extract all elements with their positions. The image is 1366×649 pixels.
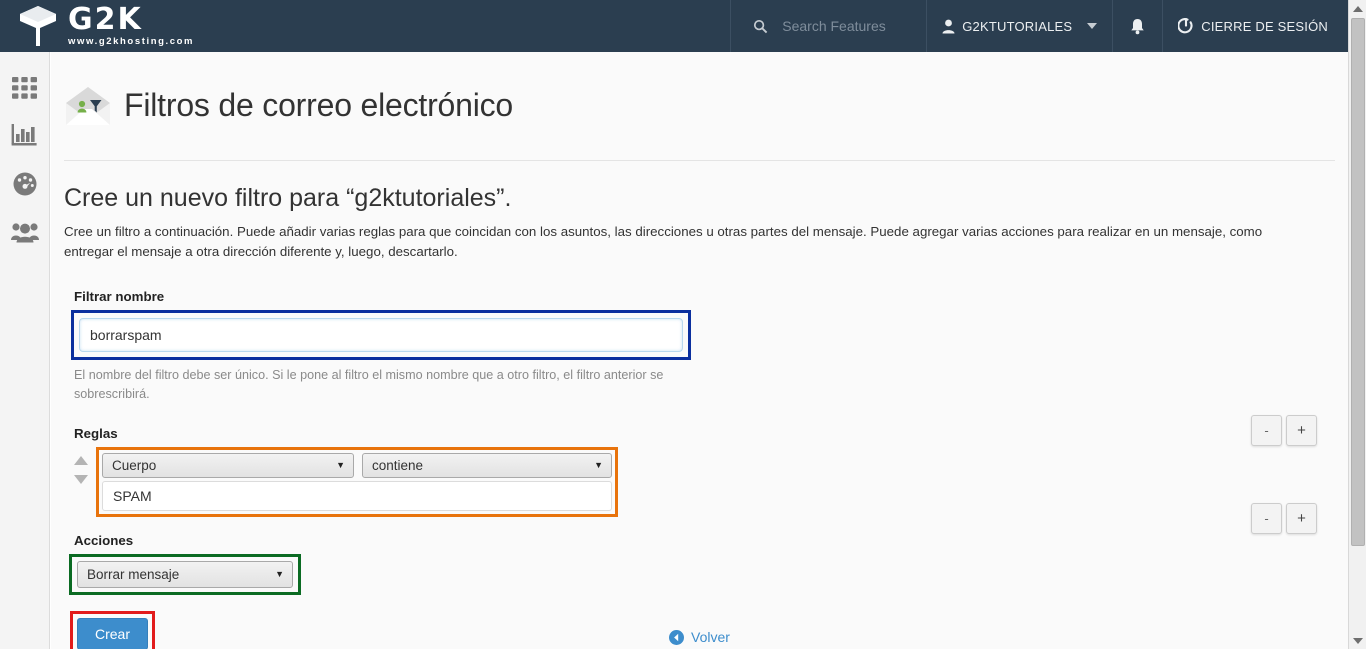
bell-icon (1131, 18, 1144, 34)
filter-form: Filtrar nombre El nombre del filtro debe… (64, 289, 1335, 649)
cube-logo-icon (20, 6, 56, 46)
chevron-down-icon: ▼ (336, 459, 345, 470)
rule-condition-value: contiene (372, 457, 424, 473)
rule-field-value: Cuerpo (112, 457, 157, 473)
page-title: Filtros de correo electrónico (124, 87, 514, 124)
left-sidebar (0, 52, 50, 649)
actions-section: Acciones Borrar mensaje ▼ (69, 532, 1335, 595)
chevron-down-icon: ▼ (594, 459, 603, 470)
sidebar-item-users[interactable] (0, 208, 49, 256)
users-icon (10, 223, 39, 243)
logout-button[interactable]: CIERRE DE SESIÓN (1162, 0, 1348, 52)
chevron-down-icon: ▼ (275, 568, 284, 579)
rule-field-select[interactable]: Cuerpo ▼ (102, 452, 354, 478)
chevron-down-icon (1352, 637, 1363, 644)
sidebar-item-statistics[interactable] (0, 112, 49, 160)
scroll-down-button[interactable] (1349, 632, 1366, 649)
section-title: Cree un nuevo filtro para “g2ktutoriales… (64, 183, 512, 212)
remove-action-button[interactable]: - (1251, 503, 1282, 534)
back-link[interactable]: Volver (51, 629, 1348, 645)
user-menu[interactable]: G2KTUTORIALES (926, 0, 1112, 52)
header-actions: Search Features G2KTUTORIALES CIERRE DE … (730, 0, 1348, 52)
actions-label: Acciones (74, 532, 134, 548)
mail-filter-icon (66, 86, 110, 125)
rule-reorder-controls (74, 447, 94, 484)
logout-icon (1178, 18, 1193, 34)
filter-name-input[interactable] (79, 318, 683, 353)
move-rule-down-icon[interactable] (74, 474, 88, 484)
header-divider (64, 159, 1335, 161)
page-description: Cree un filtro a continuación. Puede aña… (64, 223, 1263, 260)
sidebar-item-apps-grid[interactable] (0, 64, 49, 112)
brand-url: www.g2khosting.com (68, 36, 195, 48)
action-value: Borrar mensaje (87, 566, 180, 582)
top-header-bar: G2K www.g2khosting.com Search Features G… (0, 0, 1348, 52)
search-icon (754, 19, 768, 33)
brand-logo[interactable]: G2K www.g2khosting.com (0, 0, 194, 52)
logout-label: CIERRE DE SESIÓN (1201, 18, 1328, 34)
scroll-up-button[interactable] (1349, 0, 1366, 17)
arrow-left-circle-icon (669, 629, 685, 645)
user-name-label: G2KTUTORIALES (962, 18, 1073, 34)
rules-section: Reglas Cuerpo ▼ contiene ▼ SPAM (74, 426, 1335, 517)
actions-add-remove-controls: - + (1251, 503, 1317, 534)
gauge-icon (13, 172, 36, 196)
filter-name-label: Filtrar nombre (74, 289, 165, 305)
back-link-label: Volver (691, 629, 730, 645)
annotation-box-filter-name (71, 310, 691, 361)
notifications-button[interactable] (1112, 0, 1162, 52)
search-input[interactable]: Search Features (782, 18, 886, 34)
scrollbar-thumb[interactable] (1351, 18, 1365, 546)
move-rule-up-icon[interactable] (74, 455, 88, 465)
filter-name-help: El nombre del filtro debe ser único. Si … (74, 368, 664, 401)
add-action-button[interactable]: + (1286, 503, 1317, 534)
search-features-box[interactable]: Search Features (730, 0, 926, 52)
browser-scrollbar[interactable] (1348, 0, 1366, 649)
brand-name: G2K (68, 2, 143, 38)
sidebar-item-dashboard[interactable] (0, 160, 49, 208)
action-select[interactable]: Borrar mensaje ▼ (77, 560, 293, 588)
chevron-up-icon (1352, 5, 1363, 12)
page-body: Cree un nuevo filtro para “g2ktutoriales… (51, 184, 1348, 649)
remove-rule-button[interactable]: - (1251, 415, 1282, 446)
grid-icon (11, 77, 37, 99)
page-header: Filtros de correo electrónico (51, 52, 1348, 146)
main-content: Filtros de correo electrónico Cree un nu… (51, 52, 1348, 649)
annotation-box-rules: Cuerpo ▼ contiene ▼ (96, 446, 618, 517)
rule-condition-select[interactable]: contiene ▼ (362, 452, 612, 478)
user-icon (942, 19, 955, 33)
chevron-down-icon (1087, 23, 1098, 29)
bar-chart-icon (11, 124, 37, 146)
add-rule-button[interactable]: + (1286, 415, 1317, 446)
rules-label: Reglas (74, 425, 118, 441)
rules-add-remove-controls: - + (1251, 415, 1317, 446)
annotation-box-actions: Borrar mensaje ▼ (69, 553, 301, 595)
rule-value-input[interactable] (102, 480, 612, 511)
